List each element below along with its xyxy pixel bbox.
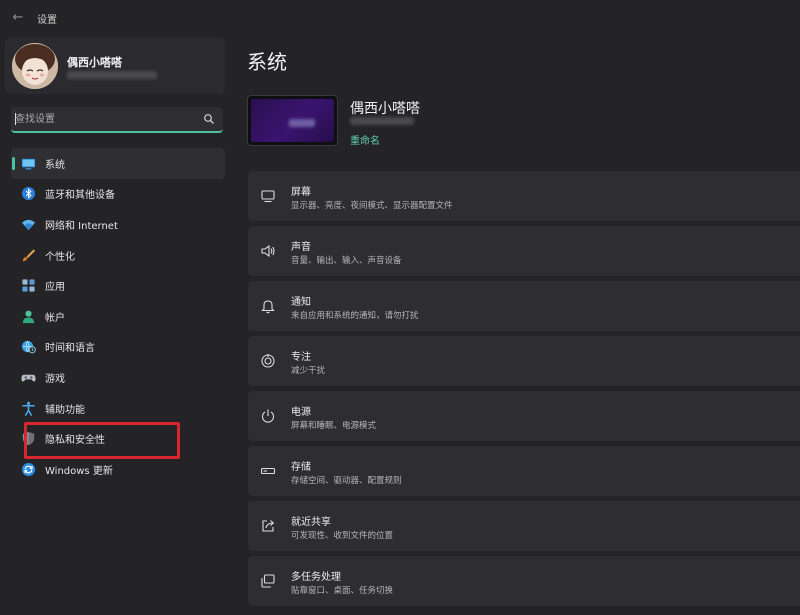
- globe-clock-icon: [20, 339, 36, 355]
- page-title: 系统: [247, 50, 287, 74]
- sidebar-item-label: 辅助功能: [45, 404, 85, 416]
- sidebar-item-windows-update[interactable]: Windows 更新: [11, 454, 225, 485]
- sidebar-item-label: 个性化: [45, 251, 75, 263]
- settings-card-nearby-sharing[interactable]: 就近共享 可发现性、收到文件的位置: [248, 501, 800, 551]
- avatar-image: [12, 43, 58, 89]
- sidebar-item-label: 帐户: [45, 312, 65, 324]
- sidebar-item-system[interactable]: 系统: [11, 148, 225, 179]
- profile-email-redacted: [67, 71, 157, 79]
- settings-card-power[interactable]: 电源 屏幕和睡眠、电源模式: [248, 391, 800, 441]
- sidebar-item-label: 网络和 Internet: [45, 220, 118, 232]
- app-title: 设置: [37, 15, 57, 26]
- sidebar-item-label: 游戏: [45, 373, 65, 385]
- apps-icon: [20, 278, 36, 294]
- device-thumbnail: [247, 95, 338, 146]
- card-description: 音量、输出、输入、声音设备: [291, 256, 402, 266]
- user-profile-card[interactable]: 偶西小嗒嗒: [5, 38, 225, 94]
- device-name: 偶西小嗒嗒: [350, 101, 420, 117]
- sidebar-item-label: 蓝牙和其他设备: [45, 190, 115, 202]
- accessibility-icon: [20, 400, 36, 416]
- sidebar-item-privacy-security[interactable]: 隐私和安全性: [11, 423, 225, 454]
- card-title: 多任务处理: [291, 572, 341, 583]
- display-icon: [260, 188, 276, 204]
- speaker-icon: [260, 243, 276, 259]
- card-title: 电源: [291, 407, 311, 418]
- sidebar-item-accessibility[interactable]: 辅助功能: [11, 393, 225, 424]
- profile-name: 偶西小嗒嗒: [67, 56, 122, 69]
- sidebar-item-label: 应用: [45, 282, 65, 294]
- settings-card-display[interactable]: 屏幕 显示器、亮度、夜间模式、显示器配置文件: [248, 171, 800, 221]
- device-model-redacted: [350, 117, 414, 125]
- back-button[interactable]: ←: [8, 9, 28, 27]
- card-description: 存储空间、驱动器、配置规则: [291, 476, 402, 486]
- sidebar-item-accounts[interactable]: 帐户: [11, 301, 225, 332]
- settings-card-sound[interactable]: 声音 音量、输出、输入、声音设备: [248, 226, 800, 276]
- card-title: 声音: [291, 242, 311, 253]
- title-bar: ← 设置: [0, 0, 800, 36]
- avatar: [12, 43, 58, 89]
- focus-icon: [260, 353, 276, 369]
- device-wallpaper-preview: [251, 99, 334, 142]
- search-box[interactable]: [11, 107, 223, 133]
- sidebar-item-personalization[interactable]: 个性化: [11, 240, 225, 271]
- card-title: 通知: [291, 297, 311, 308]
- bell-icon: [260, 298, 276, 314]
- settings-card-notifications[interactable]: 通知 来自应用和系统的通知，请勿打扰: [248, 281, 800, 331]
- sidebar-item-label: 时间和语言: [45, 343, 95, 355]
- bluetooth-icon: [20, 186, 36, 202]
- sidebar-item-bluetooth[interactable]: 蓝牙和其他设备: [11, 179, 225, 210]
- wifi-icon: [20, 216, 36, 232]
- card-description: 减少干扰: [291, 366, 326, 376]
- shield-icon: [20, 431, 36, 447]
- sidebar-nav: 系统 蓝牙和其他设备 网络和 Internet 个性化 应用 帐户 时间和语言 …: [11, 148, 225, 485]
- brush-icon: [20, 247, 36, 263]
- card-description: 贴靠窗口、桌面、任务切换: [291, 586, 394, 596]
- rename-link[interactable]: 重命名: [350, 132, 380, 147]
- sidebar-item-label: 系统: [45, 159, 65, 171]
- settings-card-focus[interactable]: 专注 减少干扰: [248, 336, 800, 386]
- sidebar-item-label: Windows 更新: [45, 465, 113, 477]
- card-description: 屏幕和睡眠、电源模式: [291, 421, 377, 431]
- monitor-icon: [20, 155, 36, 171]
- card-description: 来自应用和系统的通知，请勿打扰: [291, 311, 419, 321]
- settings-card-multitasking[interactable]: 多任务处理 贴靠窗口、桌面、任务切换: [248, 556, 800, 606]
- storage-icon: [260, 463, 276, 479]
- sidebar-item-label: 隐私和安全性: [45, 435, 105, 447]
- settings-card-list: 屏幕 显示器、亮度、夜间模式、显示器配置文件 声音 音量、输出、输入、声音设备 …: [248, 171, 800, 611]
- settings-card-storage[interactable]: 存储 存储空间、驱动器、配置规则: [248, 446, 800, 496]
- card-title: 专注: [291, 352, 311, 363]
- share-icon: [260, 518, 276, 534]
- update-icon: [20, 461, 36, 477]
- sidebar-item-gaming[interactable]: 游戏: [11, 362, 225, 393]
- sidebar-item-time-language[interactable]: 时间和语言: [11, 332, 225, 363]
- search-input[interactable]: [15, 110, 195, 128]
- card-description: 显示器、亮度、夜间模式、显示器配置文件: [291, 201, 453, 211]
- card-title: 就近共享: [291, 517, 331, 528]
- power-icon: [260, 408, 276, 424]
- card-title: 存储: [291, 462, 311, 473]
- sidebar-item-network[interactable]: 网络和 Internet: [11, 209, 225, 240]
- card-description: 可发现性、收到文件的位置: [291, 531, 394, 541]
- gamepad-icon: [20, 369, 36, 385]
- search-icon[interactable]: [203, 113, 215, 125]
- sidebar-item-apps[interactable]: 应用: [11, 270, 225, 301]
- card-title: 屏幕: [291, 187, 311, 198]
- account-icon: [20, 308, 36, 324]
- multitask-icon: [260, 573, 276, 589]
- device-wallpaper-text-redacted: [289, 119, 315, 127]
